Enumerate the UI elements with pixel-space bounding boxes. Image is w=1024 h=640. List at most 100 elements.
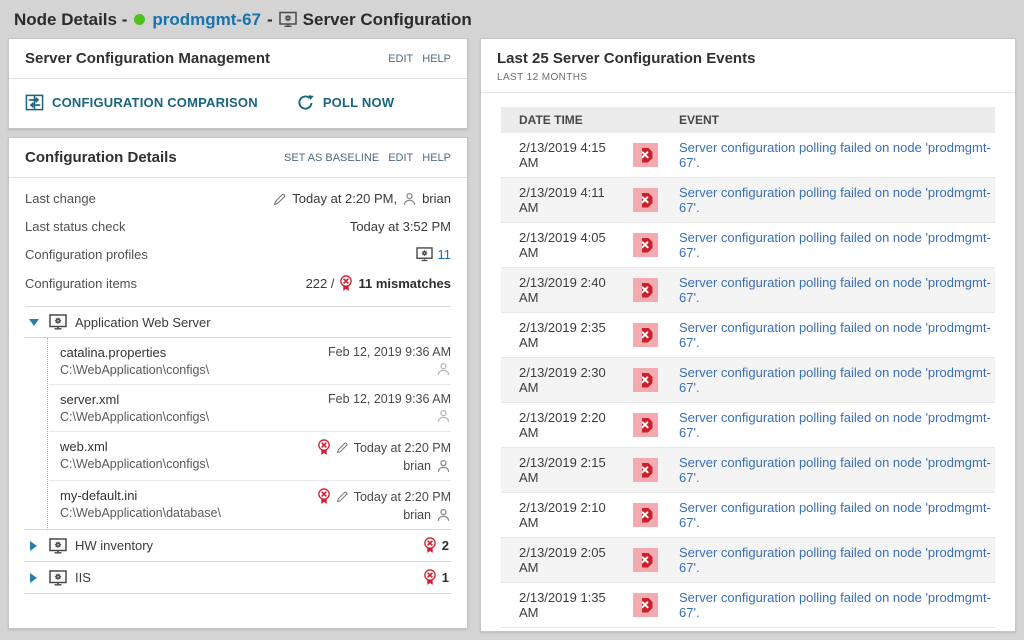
- tree-group-label: HW inventory: [75, 538, 153, 553]
- event-message-link[interactable]: Server configuration polling failed on n…: [679, 365, 995, 395]
- event-message-link[interactable]: Server configuration polling failed on n…: [679, 275, 995, 305]
- event-datetime: 2/13/2019 2:20 AM: [501, 410, 611, 440]
- column-header-event: EVENT: [679, 113, 995, 127]
- details-panel-title: Configuration Details: [25, 148, 177, 168]
- node-name-link[interactable]: prodmgmt-67: [152, 10, 261, 30]
- expand-icon[interactable]: [30, 573, 37, 583]
- page-title: Node Details - prodmgmt-67 - Server Conf…: [0, 0, 1024, 38]
- event-row: 2/13/2019 2:10 AM Server configuration p…: [501, 493, 995, 538]
- mismatch-badge-icon: [317, 488, 331, 505]
- help-link[interactable]: HELP: [422, 53, 451, 65]
- mismatch-badge-icon: [423, 537, 437, 554]
- error-icon: [611, 548, 679, 572]
- tree-group-iis[interactable]: IIS 1: [25, 562, 451, 594]
- event-row: 2/13/2019 2:15 AM Server configuration p…: [501, 448, 995, 493]
- config-file-name: web.xml: [60, 439, 209, 454]
- event-row: 2/13/2019 2:20 AM Server configuration p…: [501, 403, 995, 448]
- pencil-icon: [336, 441, 349, 454]
- event-row: 2/13/2019 2:05 AM Server configuration p…: [501, 538, 995, 583]
- pencil-icon: [336, 490, 349, 503]
- event-message-link[interactable]: Server configuration polling failed on n…: [679, 185, 995, 215]
- person-icon: [436, 362, 451, 376]
- config-file-path: C:\WebApplication\configs\: [60, 363, 209, 377]
- last-change-user: brian: [422, 191, 451, 206]
- set-as-baseline-link[interactable]: SET AS BASELINE: [284, 152, 379, 164]
- event-datetime: 2/13/2019 2:35 AM: [501, 320, 611, 350]
- configuration-tree: Application Web Server catalina.properti…: [25, 306, 451, 594]
- config-file-row[interactable]: catalina.properties C:\WebApplication\co…: [49, 338, 451, 385]
- config-file-row[interactable]: web.xml C:\WebApplication\configs\ Today…: [49, 432, 451, 481]
- management-panel-title: Server Configuration Management: [25, 49, 270, 69]
- event-row: 2/13/2019 1:35 AM Server configuration p…: [501, 583, 995, 628]
- config-file-name: catalina.properties: [60, 345, 209, 360]
- person-icon: [436, 508, 451, 522]
- tree-group-label: IIS: [75, 570, 91, 585]
- config-file-path: C:\WebApplication\configs\: [60, 410, 209, 424]
- error-icon: [611, 278, 679, 302]
- config-file-name: my-default.ini: [60, 488, 221, 503]
- events-panel-subtitle: LAST 12 MONTHS: [497, 72, 755, 83]
- event-message-link[interactable]: Server configuration polling failed on n…: [679, 410, 995, 440]
- mismatch-count: 1: [442, 570, 449, 585]
- event-datetime: 2/13/2019 2:40 AM: [501, 275, 611, 305]
- column-header-datetime: DATE TIME: [501, 113, 679, 127]
- event-datetime: 2/13/2019 2:05 AM: [501, 545, 611, 575]
- event-message-link[interactable]: Server configuration polling failed on n…: [679, 455, 995, 485]
- config-file-row[interactable]: my-default.ini C:\WebApplication\databas…: [25, 481, 451, 530]
- events-panel: Last 25 Server Configuration Events LAST…: [480, 38, 1016, 632]
- refresh-icon: [296, 93, 315, 112]
- event-datetime: 2/13/2019 2:15 AM: [501, 455, 611, 485]
- server-profile-icon: [49, 570, 67, 586]
- server-profile-icon: [49, 314, 67, 330]
- events-table-header: DATE TIME EVENT: [501, 107, 995, 133]
- mismatch-badge-icon: [423, 569, 437, 586]
- person-icon: [436, 409, 451, 423]
- config-file-path: C:\WebApplication\database\: [60, 506, 221, 520]
- event-datetime: 2/13/2019 4:11 AM: [501, 185, 611, 215]
- error-icon: [611, 503, 679, 527]
- config-file-path: C:\WebApplication\configs\: [60, 457, 209, 471]
- server-profile-icon: [49, 538, 67, 554]
- tree-group-label: Application Web Server: [75, 315, 211, 330]
- mismatch-badge-icon: [339, 275, 353, 292]
- event-message-link[interactable]: Server configuration polling failed on n…: [679, 500, 995, 530]
- event-message-link[interactable]: Server configuration polling failed on n…: [679, 545, 995, 575]
- error-icon: [611, 368, 679, 392]
- tree-group-hw-inventory[interactable]: HW inventory 2: [25, 530, 451, 562]
- config-file-date: Today at 2:20 PM: [354, 441, 451, 455]
- events-panel-title: Last 25 Server Configuration Events: [497, 49, 755, 69]
- error-icon: [611, 458, 679, 482]
- expand-icon[interactable]: [30, 541, 37, 551]
- config-file-user: brian: [403, 459, 431, 473]
- config-file-name: server.xml: [60, 392, 209, 407]
- event-message-link[interactable]: Server configuration polling failed on n…: [679, 590, 995, 620]
- event-row: 2/13/2019 4:05 AM Server configuration p…: [501, 223, 995, 268]
- event-datetime: 2/13/2019 2:30 AM: [501, 365, 611, 395]
- poll-now-label: POLL NOW: [323, 95, 394, 110]
- last-status-check-value: Today at 3:52 PM: [350, 219, 451, 234]
- config-file-date: Feb 12, 2019 9:36 AM: [328, 345, 451, 359]
- event-datetime: 2/13/2019 2:10 AM: [501, 500, 611, 530]
- person-icon: [436, 459, 451, 473]
- config-file-date: Today at 2:20 PM: [354, 490, 451, 504]
- mismatch-badge-icon: [317, 439, 331, 456]
- event-message-link[interactable]: Server configuration polling failed on n…: [679, 320, 995, 350]
- event-message-link[interactable]: Server configuration polling failed on n…: [679, 140, 995, 170]
- last-status-check-label: Last status check: [25, 219, 125, 234]
- last-status-check-row: Last status check Today at 3:52 PM: [9, 219, 467, 234]
- event-message-link[interactable]: Server configuration polling failed on n…: [679, 230, 995, 260]
- tree-group-application-web-server[interactable]: Application Web Server: [25, 307, 451, 338]
- person-icon: [402, 192, 417, 206]
- configuration-comparison-button[interactable]: CONFIGURATION COMPARISON: [25, 93, 258, 112]
- mismatch-count: 2: [442, 538, 449, 553]
- poll-now-button[interactable]: POLL NOW: [296, 93, 394, 112]
- edit-link[interactable]: EDIT: [388, 53, 413, 65]
- config-file-row[interactable]: server.xml C:\WebApplication\configs\ Fe…: [49, 385, 451, 432]
- edit-link[interactable]: EDIT: [388, 152, 413, 164]
- configuration-comparison-label: CONFIGURATION COMPARISON: [52, 95, 258, 110]
- configuration-details-panel: Configuration Details SET AS BASELINE ED…: [8, 137, 468, 629]
- collapse-icon[interactable]: [29, 319, 39, 326]
- help-link[interactable]: HELP: [422, 152, 451, 164]
- event-row: 2/13/2019 4:11 AM Server configuration p…: [501, 178, 995, 223]
- configuration-items-row: Configuration items 222 / 11 mismatches: [9, 275, 467, 292]
